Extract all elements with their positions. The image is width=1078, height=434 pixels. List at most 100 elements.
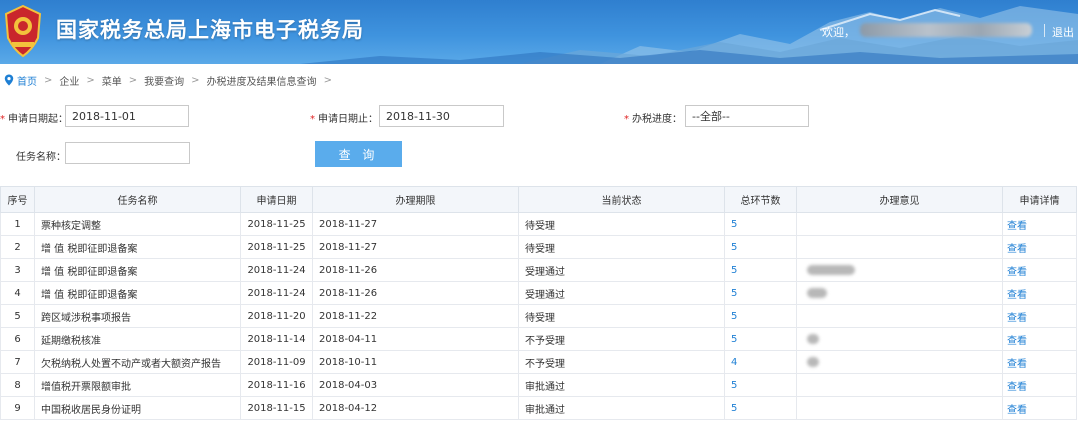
steps-count-cell: 5 [724, 304, 797, 328]
row-number: 2 [0, 235, 35, 259]
required-asterisk: * [0, 114, 5, 125]
col-header-no: 序号 [0, 186, 35, 213]
status-cell: 不予受理 [518, 327, 725, 351]
apply-date-cell: 2018-11-20 [240, 304, 313, 328]
row-number: 5 [0, 304, 35, 328]
task-name-cell: 跨区域涉税事项报告 [34, 304, 241, 328]
view-detail-link[interactable]: 查看 [1002, 258, 1077, 282]
location-pin-icon [4, 74, 14, 86]
end-date-label: * 申请日期止： [310, 110, 378, 125]
steps-count-cell: 5 [724, 281, 797, 305]
opinion-cell [796, 327, 1003, 351]
breadcrumb: 首页 > 企业 > 菜单 > 我要查询 > 办税进度及结果信息查询 > [0, 70, 1078, 90]
opinion-cell [796, 258, 1003, 282]
view-detail-link[interactable]: 查看 [1002, 281, 1077, 305]
steps-count-cell: 4 [724, 350, 797, 374]
apply-date-cell: 2018-11-15 [240, 396, 313, 420]
welcome-label: 欢迎， [822, 26, 855, 39]
steps-count-cell: 5 [724, 327, 797, 351]
start-date-label: * 申请日期起： [0, 110, 68, 125]
task-name-label: 任务名称： [16, 152, 66, 163]
deadline-cell: 2018-11-26 [312, 258, 519, 282]
header-banner: 国家税务总局上海市电子税务局 欢迎， 退出 [0, 0, 1078, 64]
breadcrumb-separator: > [323, 74, 332, 86]
col-header-opinion: 办理意见 [796, 186, 1003, 213]
start-date-input[interactable] [65, 105, 189, 127]
query-button[interactable]: 查 询 [315, 141, 402, 167]
apply-date-cell: 2018-11-24 [240, 258, 313, 282]
progress-select[interactable]: --全部-- [685, 105, 809, 127]
view-detail-link[interactable]: 查看 [1002, 235, 1077, 259]
table-row: 1 票种核定调整 2018-11-25 2018-11-27 待受理 5 查看 [0, 212, 1077, 236]
redacted-opinion [807, 287, 827, 298]
opinion-cell [796, 350, 1003, 374]
table-header-row: 序号 任务名称 申请日期 办理期限 当前状态 总环节数 办理意见 申请详情 [0, 186, 1077, 213]
view-detail-link[interactable]: 查看 [1002, 327, 1077, 351]
breadcrumb-separator: > [44, 74, 53, 86]
opinion-cell [796, 304, 1003, 328]
progress-label-text: 办税进度： [632, 114, 682, 125]
steps-count-cell: 5 [724, 212, 797, 236]
opinion-cell [796, 373, 1003, 397]
breadcrumb-separator: > [128, 74, 138, 86]
breadcrumb-separator: > [86, 74, 95, 86]
deadline-cell: 2018-11-27 [312, 235, 519, 259]
breadcrumb-enterprise[interactable]: 企业 [59, 73, 79, 88]
breadcrumb-current: 办税进度及结果信息查询 [206, 76, 317, 88]
apply-date-cell: 2018-11-25 [240, 235, 313, 259]
logout-link[interactable]: 退出 [1052, 24, 1074, 40]
row-number: 8 [0, 373, 35, 397]
table-row: 6 延期缴税核准 2018-11-14 2018-04-11 不予受理 5 查看 [0, 327, 1077, 351]
required-asterisk: * [624, 114, 629, 125]
steps-count-cell: 5 [724, 373, 797, 397]
view-detail-link[interactable]: 查看 [1002, 373, 1077, 397]
row-number: 9 [0, 396, 35, 420]
view-detail-link[interactable]: 查看 [1002, 350, 1077, 374]
steps-count-cell: 5 [724, 396, 797, 420]
deadline-cell: 2018-11-22 [312, 304, 519, 328]
tax-emblem-icon [4, 4, 42, 58]
breadcrumb-menu[interactable]: 菜单 [102, 73, 122, 88]
col-header-apply-date: 申请日期 [240, 186, 313, 213]
deadline-cell: 2018-04-12 [312, 396, 519, 420]
apply-date-cell: 2018-11-14 [240, 327, 313, 351]
end-date-input[interactable] [379, 105, 504, 127]
results-table: 序号 任务名称 申请日期 办理期限 当前状态 总环节数 办理意见 申请详情 1票… [0, 186, 1077, 420]
opinion-cell [796, 281, 1003, 305]
site-title: 国家税务总局上海市电子税务局 [56, 18, 364, 42]
status-cell: 审批通过 [518, 396, 725, 420]
status-cell: 审批通过 [518, 373, 725, 397]
redacted-username [860, 23, 1032, 37]
view-detail-link[interactable]: 查看 [1002, 396, 1077, 420]
view-detail-link[interactable]: 查看 [1002, 212, 1077, 236]
table-body: 1 票种核定调整 2018-11-25 2018-11-27 待受理 5 查看 2 增 值 税即… [0, 212, 1077, 420]
view-detail-link[interactable]: 查看 [1002, 304, 1077, 328]
task-name-cell: 增 值 税即征即退备案 [34, 235, 241, 259]
task-name-input[interactable] [65, 142, 190, 164]
opinion-cell [796, 396, 1003, 420]
apply-date-cell: 2018-11-25 [240, 212, 313, 236]
required-asterisk: * [310, 114, 315, 125]
table-row: 7 欠税纳税人处置不动产或者大额资产报告 2018-11-09 2018-10-11 不… [0, 350, 1077, 374]
breadcrumb-query[interactable]: 我要查询 [144, 73, 184, 88]
end-date-label-text: 申请日期止： [318, 114, 378, 125]
task-name-cell: 票种核定调整 [34, 212, 241, 236]
deadline-cell: 2018-11-27 [312, 212, 519, 236]
breadcrumb-home[interactable]: 首页 [17, 73, 37, 88]
deadline-cell: 2018-04-11 [312, 327, 519, 351]
status-cell: 受理通过 [518, 281, 725, 305]
deadline-cell: 2018-04-03 [312, 373, 519, 397]
header-divider [1044, 24, 1045, 37]
status-cell: 待受理 [518, 304, 725, 328]
redacted-opinion [807, 356, 819, 367]
col-header-task-name: 任务名称 [34, 186, 241, 213]
progress-label: * 办税进度： [624, 110, 682, 125]
redacted-opinion [807, 333, 819, 344]
status-cell: 待受理 [518, 235, 725, 259]
task-name-cell: 延期缴税核准 [34, 327, 241, 351]
table-row: 4增 值 税即征即退备案 2018-11-24 2018-11-26 受理通过 5 查看 [0, 281, 1077, 305]
opinion-cell [796, 212, 1003, 236]
table-row: 3增 值 税即征即退备案 2018-11-24 2018-11-26 受理通过 5 查看 [0, 258, 1077, 282]
task-name-cell: 中国税收居民身份证明 [34, 396, 241, 420]
table-row: 8 增值税开票限额审批 2018-11-16 2018-04-03 审批通过 5 查看 [0, 373, 1077, 397]
